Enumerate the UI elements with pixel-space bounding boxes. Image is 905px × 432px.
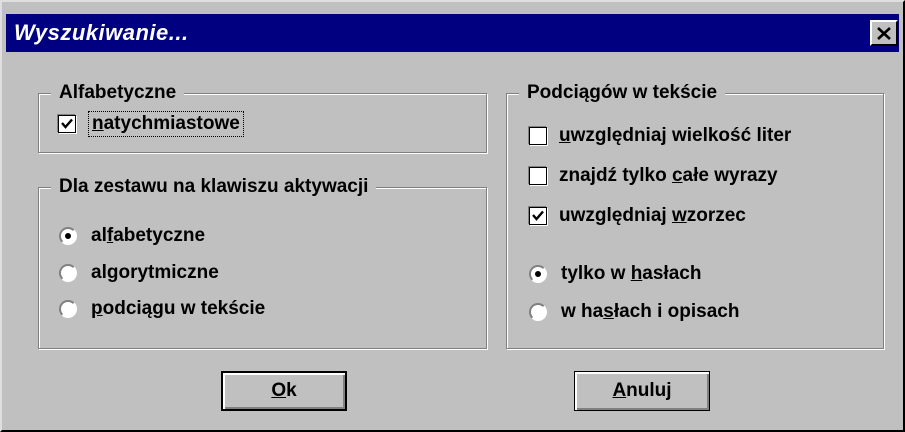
use-pattern-checkbox[interactable]: uwzględniaj wzorzec — [529, 204, 746, 228]
radio-substring-circle[interactable] — [59, 300, 77, 318]
close-button[interactable] — [870, 20, 898, 46]
activation-key-group-legend: Dla zestawu na klawiszu aktywacji — [51, 175, 377, 199]
dialog-title: Wyszukiwanie... — [14, 20, 189, 45]
radio-entries-and-descriptions[interactable]: w hasłach i opisach — [529, 300, 739, 324]
radio-algorithmic-circle[interactable] — [59, 264, 77, 282]
radio-substring-label: podciągu w tekście — [91, 298, 266, 319]
case-sensitive-checkbox-box[interactable] — [529, 127, 547, 145]
radio-selected-dot — [65, 233, 71, 239]
title-bar[interactable]: Wyszukiwanie... — [6, 14, 899, 52]
search-dialog: Wyszukiwanie... Alfabetyczne natychmiast… — [0, 0, 905, 432]
whole-words-checkbox-label: znajdź tylko całe wyrazy — [559, 165, 778, 186]
activation-key-group: Dla zestawu na klawiszu aktywacji alfabe… — [38, 175, 487, 349]
use-pattern-checkbox-box[interactable] — [529, 207, 547, 225]
substring-group-legend: Podciągów w tekście — [519, 81, 726, 105]
substring-group: Podciągów w tekście uwzględniaj wielkość… — [506, 81, 884, 349]
case-sensitive-checkbox[interactable]: uwzględniaj wielkość liter — [529, 124, 791, 148]
radio-entries-only-circle[interactable] — [529, 265, 547, 283]
checkmark-icon — [532, 210, 544, 221]
use-pattern-checkbox-label: uwzględniaj wzorzec — [559, 205, 746, 226]
radio-selected-dot — [535, 271, 541, 277]
ok-button-label: Ok — [271, 380, 297, 401]
radio-alphabetic-label: alfabetyczne — [91, 225, 206, 246]
immediate-checkbox-label: natychmiastowe — [88, 111, 244, 137]
radio-entries-and-descriptions-circle[interactable] — [529, 303, 547, 321]
radio-entries-and-descriptions-label: w hasłach i opisach — [561, 301, 740, 322]
checkmark-icon — [61, 118, 73, 129]
ok-button[interactable]: Ok — [221, 371, 347, 411]
radio-algorithmic-label: algorytmiczne — [91, 262, 219, 283]
alphabetic-group-legend: Alfabetyczne — [51, 81, 185, 105]
immediate-checkbox-box[interactable] — [58, 115, 76, 133]
whole-words-checkbox-box[interactable] — [529, 167, 547, 185]
radio-alphabetic[interactable]: alfabetyczne — [59, 224, 205, 248]
case-sensitive-checkbox-label: uwzględniaj wielkość liter — [559, 125, 792, 146]
alphabetic-group: Alfabetyczne natychmiastowe — [38, 81, 487, 153]
radio-substring[interactable]: podciągu w tekście — [59, 297, 265, 321]
radio-algorithmic[interactable]: algorytmiczne — [59, 261, 219, 285]
radio-alphabetic-circle[interactable] — [59, 227, 77, 245]
immediate-checkbox[interactable]: natychmiastowe — [58, 111, 244, 137]
close-icon — [877, 26, 891, 40]
cancel-button-label: Anuluj — [612, 380, 672, 401]
radio-entries-only-label: tylko w hasłach — [561, 263, 702, 284]
radio-entries-only[interactable]: tylko w hasłach — [529, 262, 701, 286]
cancel-button[interactable]: Anuluj — [574, 371, 710, 411]
whole-words-checkbox[interactable]: znajdź tylko całe wyrazy — [529, 164, 778, 188]
